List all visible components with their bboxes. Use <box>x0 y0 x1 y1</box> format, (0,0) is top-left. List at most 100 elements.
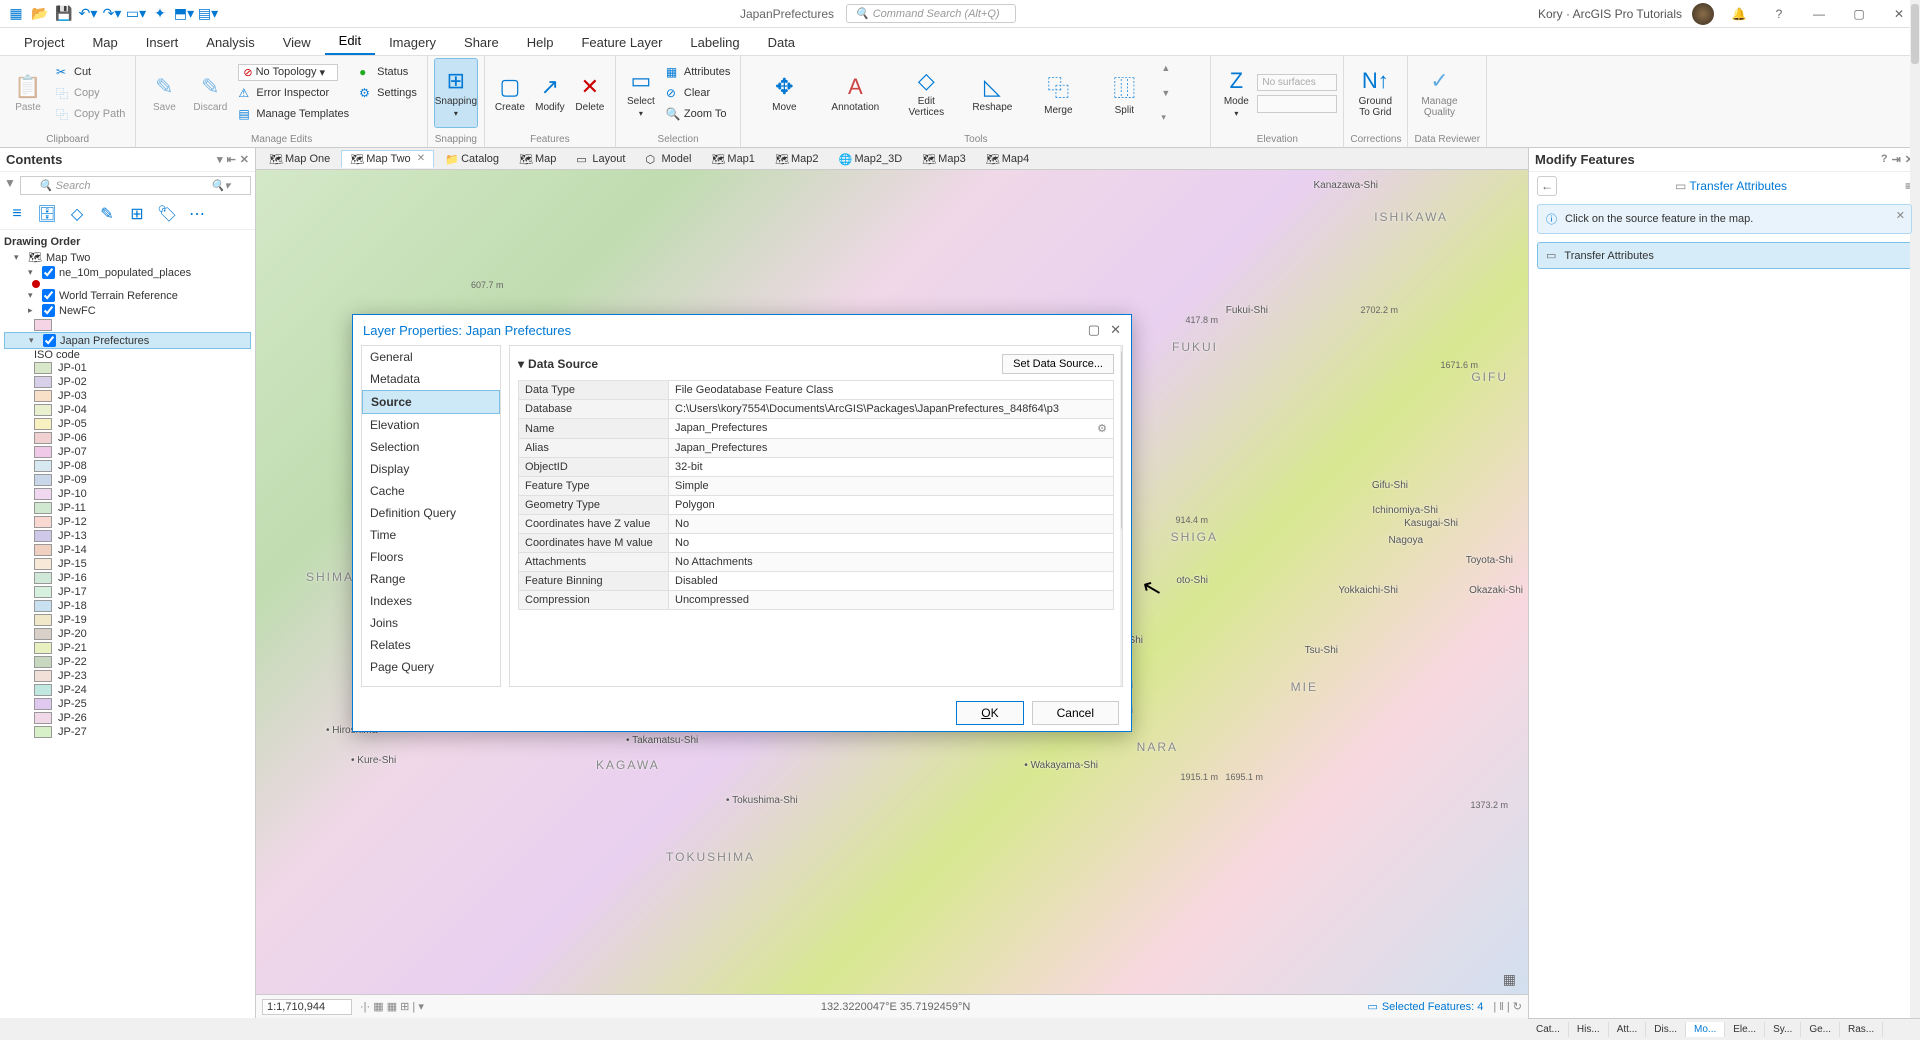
attributes-button[interactable]: ▦Attributes <box>662 62 734 82</box>
legend-item[interactable]: JP-08 <box>4 459 251 473</box>
bottom-tab-cat[interactable]: Cat... <box>1528 1022 1569 1037</box>
dialog-nav-definition-query[interactable]: Definition Query <box>362 502 500 524</box>
section-title[interactable]: ▾ Data Source <box>518 357 598 371</box>
redo-icon[interactable]: ↷▾ <box>102 4 122 24</box>
legend-item[interactable]: JP-07 <box>4 445 251 459</box>
modify-button[interactable]: ↗Modify <box>531 58 569 128</box>
dialog-nav-page-query[interactable]: Page Query <box>362 656 500 678</box>
qat-icon-7[interactable]: ⬒▾ <box>174 4 194 24</box>
bottom-tab-ge[interactable]: Ge... <box>1801 1022 1840 1037</box>
cut-button[interactable]: ✂Cut <box>52 62 129 82</box>
manage-templates-button[interactable]: ▤Manage Templates <box>234 104 353 124</box>
view-tab-layout[interactable]: ▭Layout <box>567 150 634 168</box>
ok-button[interactable]: OK <box>956 701 1023 725</box>
zoom-to-button[interactable]: 🔍Zoom To <box>662 104 734 124</box>
gear-icon[interactable]: ⚙ <box>1097 422 1107 435</box>
bottom-tab-dis[interactable]: Dis... <box>1646 1022 1686 1037</box>
ribbon-tab-insert[interactable]: Insert <box>132 30 193 55</box>
qat-icon-6[interactable]: ✦ <box>150 4 170 24</box>
layer-checkbox[interactable] <box>42 266 55 279</box>
offset-input[interactable] <box>1257 95 1337 113</box>
legend-item[interactable]: JP-17 <box>4 585 251 599</box>
copy-path-button[interactable]: ⿻Copy Path <box>52 104 129 124</box>
legend-item[interactable]: JP-13 <box>4 529 251 543</box>
pane-options-icon[interactable]: ▾ <box>217 153 223 166</box>
dialog-nav-general[interactable]: General <box>362 346 500 368</box>
ribbon-tab-imagery[interactable]: Imagery <box>375 30 450 55</box>
list-by-selection-icon[interactable]: ◇ <box>66 203 88 225</box>
dialog-nav-floors[interactable]: Floors <box>362 546 500 568</box>
dialog-nav-elevation[interactable]: Elevation <box>362 414 500 436</box>
layer-checkbox[interactable] <box>42 304 55 317</box>
legend-item[interactable]: JP-21 <box>4 641 251 655</box>
surface-dropdown[interactable]: No surfaces <box>1257 74 1337 91</box>
minimize-button[interactable]: — <box>1804 4 1834 24</box>
list-by-editing-icon[interactable]: ✎ <box>96 203 118 225</box>
edit-vertices-tool[interactable]: ◇Edit Vertices <box>897 58 955 128</box>
bottom-tab-mo[interactable]: Mo... <box>1686 1022 1725 1037</box>
view-tab-map1[interactable]: 🗺Map1 <box>702 150 764 168</box>
layer-checkbox[interactable] <box>42 289 55 302</box>
layer-japan-prefectures[interactable]: ▾ Japan Prefectures <box>4 332 251 349</box>
legend-item[interactable]: JP-11 <box>4 501 251 515</box>
legend-item[interactable]: JP-27 <box>4 725 251 739</box>
legend-item[interactable]: JP-25 <box>4 697 251 711</box>
pane-autohide-icon[interactable]: ⇤ <box>227 153 236 166</box>
layer-world-terrain-reference[interactable]: ▾ World Terrain Reference <box>4 288 251 303</box>
split-tool[interactable]: ⿲Split <box>1095 58 1153 128</box>
select-button[interactable]: ▭Select▾ <box>622 58 660 128</box>
paste-button[interactable]: 📋Paste <box>6 58 50 128</box>
legend-item[interactable]: JP-06 <box>4 431 251 445</box>
list-by-source-icon[interactable]: 🗄 <box>36 203 58 225</box>
layer-newfc[interactable]: ▸ NewFC <box>4 303 251 318</box>
tab-close-icon[interactable]: ✕ <box>417 153 425 164</box>
ground-to-grid-button[interactable]: N↑Ground To Grid <box>1350 58 1400 128</box>
dialog-nav-joins[interactable]: Joins <box>362 612 500 634</box>
legend-item[interactable]: JP-05 <box>4 417 251 431</box>
list-by-labeling-icon[interactable]: 🏷 <box>156 203 178 225</box>
ribbon-tab-help[interactable]: Help <box>513 30 568 55</box>
dialog-nav-display[interactable]: Display <box>362 458 500 480</box>
view-tab-catalog[interactable]: 📁Catalog <box>436 150 508 168</box>
legend-item[interactable]: JP-01 <box>4 361 251 375</box>
legend-item[interactable]: JP-19 <box>4 613 251 627</box>
dialog-nav-time[interactable]: Time <box>362 524 500 546</box>
legend-item[interactable]: JP-12 <box>4 515 251 529</box>
mode-button[interactable]: ZMode▾ <box>1217 58 1255 128</box>
scroll-up-icon[interactable]: ▲ <box>1161 63 1170 73</box>
view-tab-map3[interactable]: 🗺Map3 <box>913 150 975 168</box>
view-tab-map2_3d[interactable]: 🌐Map2_3D <box>829 150 911 168</box>
dialog-close-icon[interactable]: ✕ <box>1110 322 1121 338</box>
undo-icon[interactable]: ↶▾ <box>78 4 98 24</box>
qat-icon-8[interactable]: ▤▾ <box>198 4 218 24</box>
delete-button[interactable]: ✕Delete <box>571 58 609 128</box>
legend-item[interactable]: JP-24 <box>4 683 251 697</box>
legend-item[interactable]: JP-15 <box>4 557 251 571</box>
ribbon-tab-edit[interactable]: Edit <box>325 28 375 55</box>
pane-close-icon[interactable]: ✕ <box>240 153 249 166</box>
ribbon-tab-data[interactable]: Data <box>754 30 809 55</box>
legend-item[interactable]: JP-04 <box>4 403 251 417</box>
view-tab-map-one[interactable]: 🗺Map One <box>260 150 339 168</box>
legend-item[interactable]: JP-14 <box>4 543 251 557</box>
legend-item[interactable]: JP-03 <box>4 389 251 403</box>
open-project-icon[interactable]: 📂 <box>30 4 50 24</box>
legend-item[interactable]: JP-18 <box>4 599 251 613</box>
annotation-tool[interactable]: AAnnotation <box>821 58 889 128</box>
dialog-maximize-icon[interactable]: ▢ <box>1088 322 1100 338</box>
help-icon[interactable]: ? <box>1764 4 1794 24</box>
layer-ne-10m-populated-places[interactable]: ▾ ne_10m_populated_places <box>4 265 251 280</box>
back-button[interactable]: ← <box>1537 176 1557 196</box>
bottom-tab-ele[interactable]: Ele... <box>1725 1022 1765 1037</box>
status-button[interactable]: ●Status <box>355 62 421 82</box>
legend-item[interactable]: JP-22 <box>4 655 251 669</box>
pane-help-icon[interactable]: ? <box>1881 153 1888 166</box>
settings-button[interactable]: ⚙Settings <box>355 83 421 103</box>
ribbon-tab-labeling[interactable]: Labeling <box>676 30 753 55</box>
move-tool[interactable]: ✥Move <box>755 58 813 128</box>
dialog-nav-metadata[interactable]: Metadata <box>362 368 500 390</box>
create-button[interactable]: ▢Create <box>491 58 529 128</box>
legend-item[interactable]: JP-02 <box>4 375 251 389</box>
topology-dropdown[interactable]: ⊘No Topology ▾ <box>234 62 353 82</box>
clear-button[interactable]: ⊘Clear <box>662 83 734 103</box>
